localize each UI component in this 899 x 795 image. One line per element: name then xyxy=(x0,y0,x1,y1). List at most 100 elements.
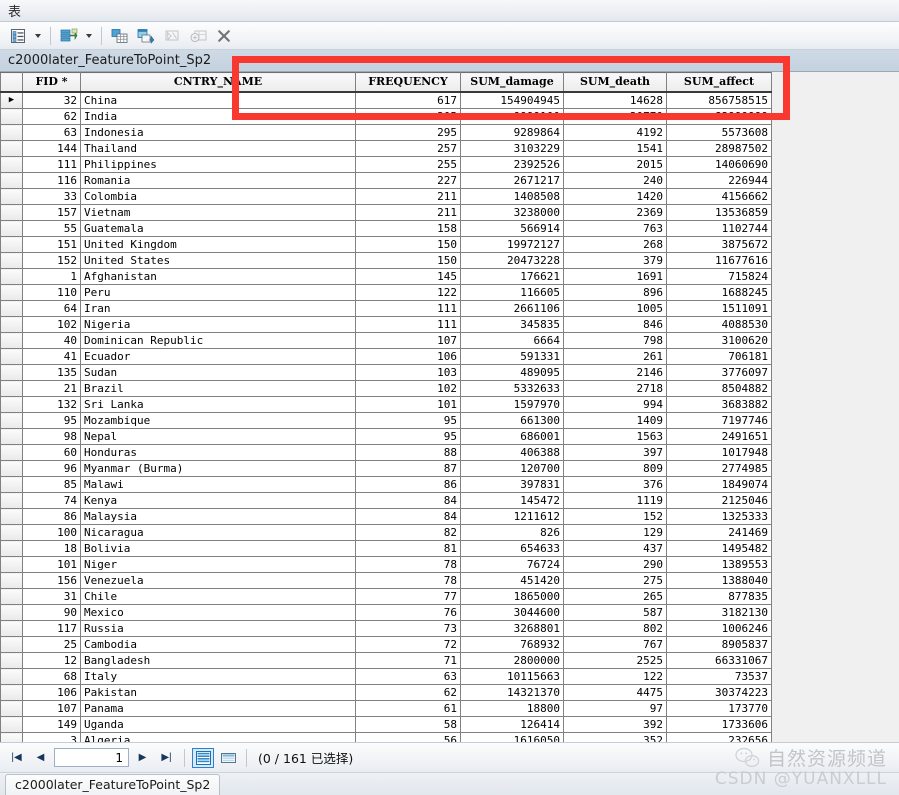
cell-freq[interactable]: 150 xyxy=(355,236,461,253)
cell-dam[interactable]: 176621 xyxy=(460,268,564,285)
cell-aff[interactable]: 1388040 xyxy=(666,572,772,589)
cell-dam[interactable]: 3268801 xyxy=(460,620,564,637)
cell-name[interactable]: Niger xyxy=(80,556,356,573)
join-table-button[interactable] xyxy=(108,24,132,48)
cell-name[interactable]: China xyxy=(80,91,356,109)
cell-freq[interactable]: 107 xyxy=(355,332,461,349)
cell-dam[interactable]: 345835 xyxy=(460,316,564,333)
cell-aff[interactable]: 226944 xyxy=(666,172,772,189)
cell-dea[interactable]: 2146 xyxy=(563,364,667,381)
table-row[interactable]: 63 Indonesia 295 9289864 4192 5573608 xyxy=(0,124,772,141)
cell-name[interactable]: Colombia xyxy=(80,188,356,205)
cell-freq[interactable]: 78 xyxy=(355,572,461,589)
cell-freq[interactable]: 158 xyxy=(355,220,461,237)
cell-dea[interactable]: 437 xyxy=(563,540,667,557)
cell-dam[interactable]: 3238000 xyxy=(460,204,564,221)
cell-name[interactable]: Chile xyxy=(80,588,356,605)
cell-dam[interactable]: 14321370 xyxy=(460,684,564,701)
cell-fid[interactable]: 111 xyxy=(22,156,81,173)
cell-dea[interactable]: 2015 xyxy=(563,156,667,173)
table-row[interactable]: 100 Nicaragua 82 826 129 241469 xyxy=(0,524,772,541)
cell-dam[interactable]: 489095 xyxy=(460,364,564,381)
cell-aff[interactable]: 715824 xyxy=(666,268,772,285)
row-selector-cell[interactable] xyxy=(0,156,23,173)
cell-aff[interactable]: 8504882 xyxy=(666,380,772,397)
table-options-button[interactable] xyxy=(6,24,30,48)
cell-aff[interactable]: 241469 xyxy=(666,524,772,541)
cell-dea[interactable]: 2525 xyxy=(563,652,667,669)
cell-fid[interactable]: 132 xyxy=(22,396,81,413)
row-selector-cell[interactable] xyxy=(0,108,23,125)
row-selector-cell[interactable] xyxy=(0,428,23,445)
cell-dam[interactable]: 10115663 xyxy=(460,668,564,685)
table-row[interactable]: 107 Panama 61 18800 97 173770 xyxy=(0,700,772,717)
table-row[interactable]: 3 Algeria 56 1616050 352 232656 xyxy=(0,732,772,742)
cell-name[interactable]: India xyxy=(80,108,356,125)
cell-name[interactable]: Russia xyxy=(80,620,356,637)
table-row[interactable]: 18 Bolivia 81 654633 437 1495482 xyxy=(0,540,772,557)
cell-name[interactable]: Guatemala xyxy=(80,220,356,237)
relate-table-button[interactable] xyxy=(134,24,158,48)
table-row[interactable]: 135 Sudan 103 489095 2146 3776097 xyxy=(0,364,772,381)
cell-dam[interactable]: 654633 xyxy=(460,540,564,557)
cell-dea[interactable]: 1005 xyxy=(563,300,667,317)
cell-aff[interactable]: 877835 xyxy=(666,588,772,605)
cell-name[interactable]: Indonesia xyxy=(80,124,356,141)
cell-aff[interactable]: 82999999 xyxy=(666,108,772,125)
cell-aff[interactable]: 3100620 xyxy=(666,332,772,349)
row-selector-cell[interactable] xyxy=(0,508,23,525)
cell-fid[interactable]: 21 xyxy=(22,380,81,397)
table-row[interactable]: 156 Venezuela 78 451420 275 1388040 xyxy=(0,572,772,589)
cell-fid[interactable]: 151 xyxy=(22,236,81,253)
table-row[interactable]: 62 India 305 9999100 20770 82999999 xyxy=(0,108,772,125)
delete-button[interactable] xyxy=(212,24,236,48)
cell-fid[interactable]: 110 xyxy=(22,284,81,301)
cell-name[interactable]: Algeria xyxy=(80,732,356,742)
row-selector-cell[interactable] xyxy=(0,364,23,381)
row-selector-cell[interactable] xyxy=(0,476,23,493)
cell-freq[interactable]: 61 xyxy=(355,700,461,717)
cell-name[interactable]: Brazil xyxy=(80,380,356,397)
cell-aff[interactable]: 3776097 xyxy=(666,364,772,381)
cell-aff[interactable]: 3683882 xyxy=(666,396,772,413)
cell-freq[interactable]: 111 xyxy=(355,300,461,317)
cell-fid[interactable]: 40 xyxy=(22,332,81,349)
cell-aff[interactable]: 7197746 xyxy=(666,412,772,429)
cell-freq[interactable]: 76 xyxy=(355,604,461,621)
row-selector-cell[interactable] xyxy=(0,716,23,733)
column-header-dea[interactable]: SUM_death xyxy=(563,72,667,93)
cell-freq[interactable]: 211 xyxy=(355,204,461,221)
cell-dam[interactable]: 826 xyxy=(460,524,564,541)
cell-freq[interactable]: 63 xyxy=(355,668,461,685)
cell-dam[interactable]: 1865000 xyxy=(460,588,564,605)
cell-freq[interactable]: 305 xyxy=(355,108,461,125)
cell-freq[interactable]: 106 xyxy=(355,348,461,365)
row-selector-cell[interactable] xyxy=(0,620,23,637)
cell-dea[interactable]: 802 xyxy=(563,620,667,637)
cell-fid[interactable]: 107 xyxy=(22,700,81,717)
table-row[interactable]: 55 Guatemala 158 566914 763 1102744 xyxy=(0,220,772,237)
cell-freq[interactable]: 84 xyxy=(355,492,461,509)
cell-fid[interactable]: 64 xyxy=(22,300,81,317)
table-row[interactable]: ▶ 32 China 617 154904945 14628 856758515 xyxy=(0,91,772,109)
cell-fid[interactable]: 117 xyxy=(22,620,81,637)
cell-fid[interactable]: 18 xyxy=(22,540,81,557)
cell-dea[interactable]: 1541 xyxy=(563,140,667,157)
table-row[interactable]: 95 Mozambique 95 661300 1409 7197746 xyxy=(0,412,772,429)
cell-dam[interactable]: 120700 xyxy=(460,460,564,477)
row-selector-cell[interactable] xyxy=(0,668,23,685)
cell-dea[interactable]: 122 xyxy=(563,668,667,685)
cell-dea[interactable]: 587 xyxy=(563,604,667,621)
cell-freq[interactable]: 88 xyxy=(355,444,461,461)
related-tables-button[interactable] xyxy=(57,24,81,48)
cell-aff[interactable]: 1102744 xyxy=(666,220,772,237)
cell-aff[interactable]: 232656 xyxy=(666,732,772,742)
cell-aff[interactable]: 856758515 xyxy=(666,91,772,109)
cell-name[interactable]: United States xyxy=(80,252,356,269)
row-selector-cell[interactable] xyxy=(0,332,23,349)
cell-name[interactable]: Peru xyxy=(80,284,356,301)
cell-dea[interactable]: 1409 xyxy=(563,412,667,429)
cell-aff[interactable]: 1006246 xyxy=(666,620,772,637)
cell-fid[interactable]: 25 xyxy=(22,636,81,653)
table-row[interactable]: 149 Uganda 58 126414 392 1733606 xyxy=(0,716,772,733)
